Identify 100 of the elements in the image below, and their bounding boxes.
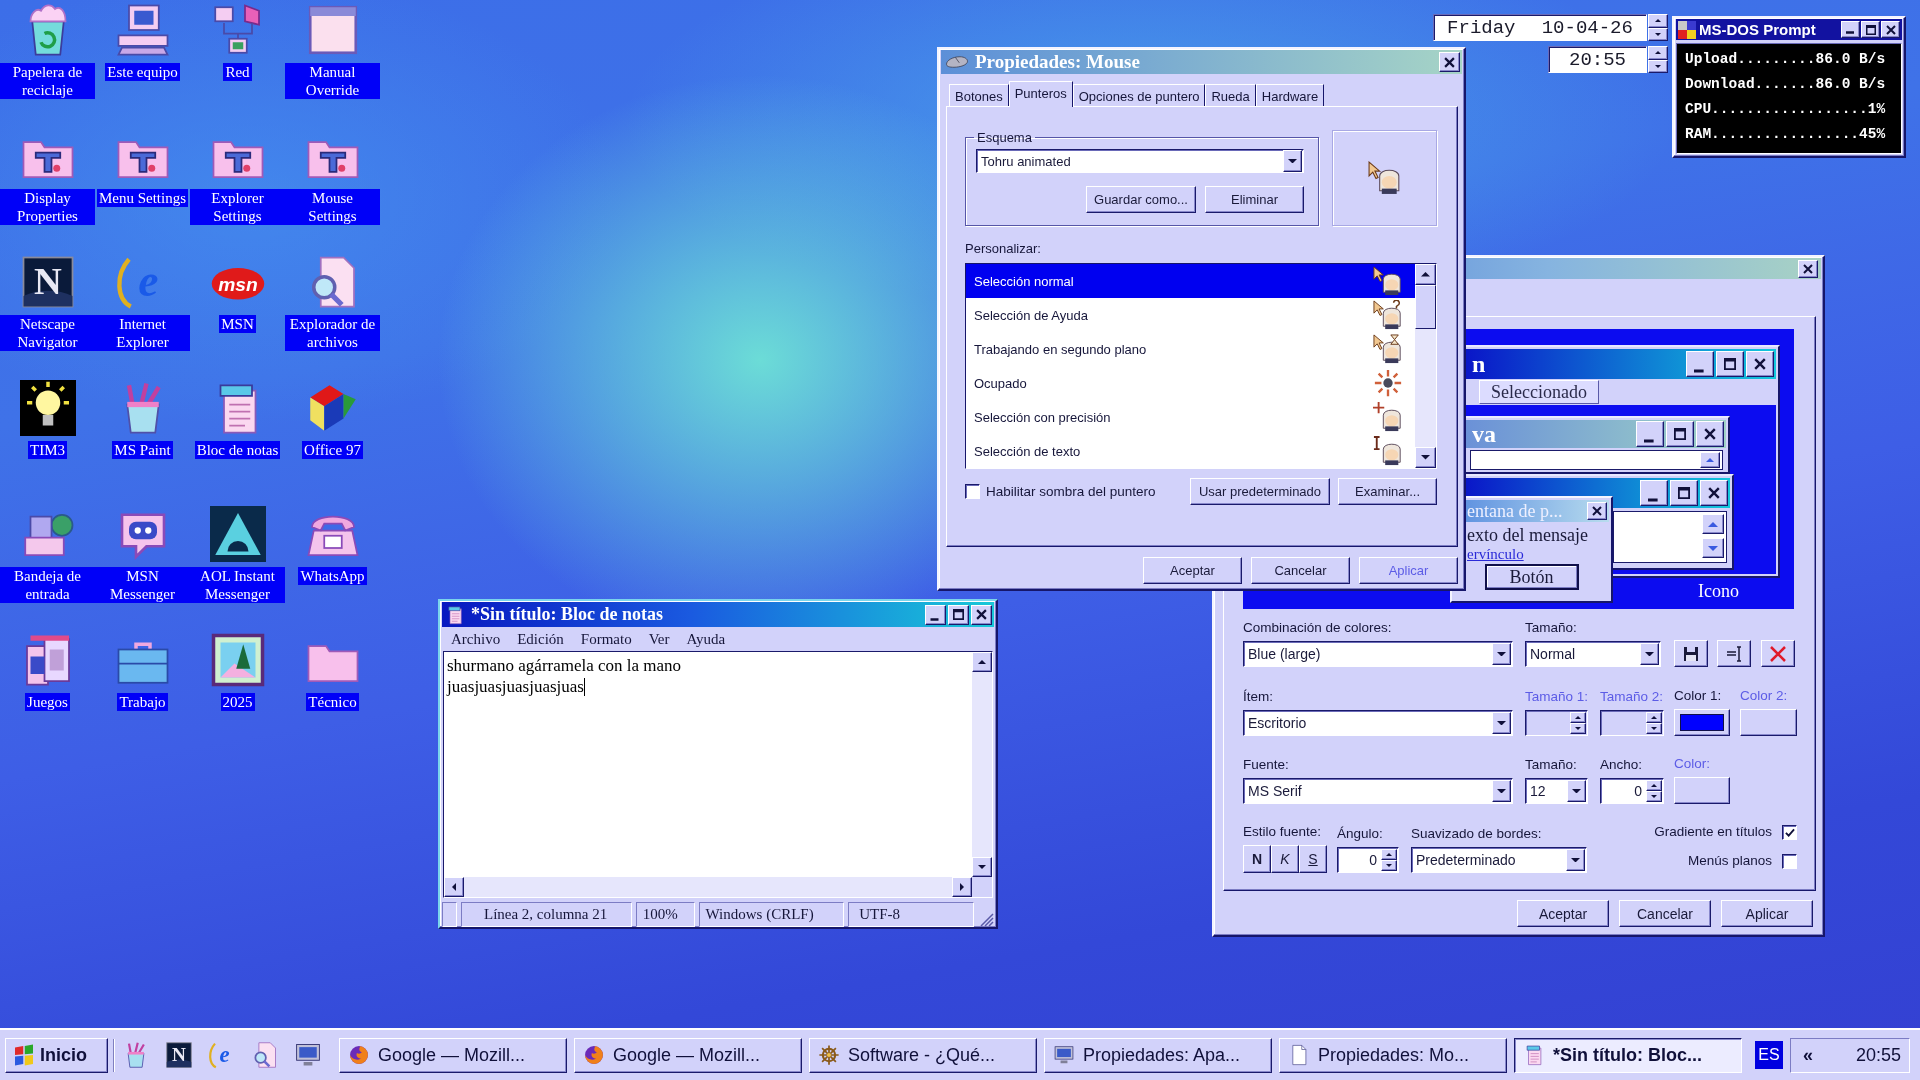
minimize-button[interactable] xyxy=(1686,351,1714,377)
icon-label[interactable]: Manual Override xyxy=(285,63,380,99)
spin-down-button[interactable] xyxy=(1646,791,1662,802)
icon-label[interactable]: AOL Instant Messenger xyxy=(190,567,285,603)
icon-label[interactable]: Este equipo xyxy=(105,63,180,81)
list-item[interactable]: Selección de texto xyxy=(966,434,1415,468)
close-button[interactable] xyxy=(1587,502,1607,520)
language-indicator[interactable]: ES xyxy=(1755,1041,1783,1069)
checkbox-label[interactable]: Menús planos xyxy=(1687,853,1772,869)
tab[interactable]: Hardware xyxy=(1255,84,1325,106)
icon-label[interactable]: TIM3 xyxy=(28,441,67,459)
spin-down-button[interactable] xyxy=(1646,723,1662,734)
close-button[interactable] xyxy=(1798,259,1818,278)
italic-button[interactable]: K xyxy=(1271,845,1299,873)
horizontal-scrollbar[interactable] xyxy=(444,877,972,897)
icon-label[interactable]: WhatsApp xyxy=(298,567,367,585)
close-button[interactable] xyxy=(1700,480,1728,506)
close-button[interactable] xyxy=(1746,351,1774,377)
checkbox[interactable] xyxy=(1782,824,1797,840)
color-button[interactable] xyxy=(1674,777,1730,804)
icon-label[interactable]: Office 97 xyxy=(302,441,363,459)
icon-label[interactable]: Mouse Settings xyxy=(285,189,380,225)
scroll-down-button[interactable] xyxy=(1415,447,1436,468)
clock[interactable]: 20:55 xyxy=(1855,1044,1901,1066)
light-bulb-icon[interactable] xyxy=(19,380,76,436)
maximize-button[interactable] xyxy=(948,604,969,625)
browse-button[interactable]: Examinar... xyxy=(1338,478,1437,505)
tab[interactable]: Opciones de puntero xyxy=(1072,84,1206,106)
menu-item[interactable]: Formato xyxy=(580,629,632,649)
icon-label[interactable]: MSN Messenger xyxy=(95,567,190,603)
n-logo-icon[interactable]: N xyxy=(165,1041,193,1069)
text-field[interactable] xyxy=(1470,450,1723,470)
scheme-dropdown[interactable]: Tohru animated xyxy=(976,149,1304,173)
maximize-button[interactable] xyxy=(1666,421,1694,447)
dropdown-button[interactable] xyxy=(1492,643,1511,665)
minimize-button[interactable] xyxy=(1636,421,1664,447)
taskbar-button[interactable]: Propiedades: Mo... xyxy=(1279,1037,1507,1073)
width-spinner[interactable]: 0 xyxy=(1600,778,1664,804)
menu-item[interactable]: Ver xyxy=(648,629,670,649)
delete-button[interactable] xyxy=(1761,640,1795,667)
checkbox[interactable] xyxy=(965,484,980,499)
delete-button[interactable]: Eliminar xyxy=(1205,186,1304,213)
list-item[interactable]: Selección normal xyxy=(966,264,1415,298)
dropdown-button[interactable] xyxy=(1492,712,1511,734)
list-item[interactable]: Selección con precisión xyxy=(966,400,1415,434)
taskbar-button[interactable]: *Sin título: Bloc... xyxy=(1514,1037,1742,1073)
taskbar-button[interactable]: Propiedades: Apa... xyxy=(1044,1037,1272,1073)
save-as-button[interactable]: Guardar como... xyxy=(1086,186,1196,213)
icon-label[interactable]: Bandeja de entrada xyxy=(0,567,95,603)
spin-down-button[interactable] xyxy=(1381,860,1397,871)
scroll-down-button[interactable] xyxy=(972,857,992,877)
minimize-button[interactable] xyxy=(1640,480,1668,506)
menu-item[interactable]: Seleccionado xyxy=(1479,380,1599,404)
dropdown-button[interactable] xyxy=(1283,150,1302,172)
smoothing-dropdown[interactable]: Predeterminado xyxy=(1411,847,1587,873)
dropdown-button[interactable] xyxy=(1567,780,1586,802)
checkbox-label[interactable]: Habilitar sombra del puntero xyxy=(986,483,1156,500)
font-dropdown[interactable]: MS Serif xyxy=(1243,778,1513,804)
scroll-down-button[interactable] xyxy=(1702,538,1724,558)
scroll-up-button[interactable] xyxy=(972,652,992,672)
spin-up-button[interactable] xyxy=(1648,14,1668,28)
spin-up-button[interactable] xyxy=(1646,780,1662,791)
item-dropdown[interactable]: Escritorio xyxy=(1243,710,1513,736)
accept-button[interactable]: Aceptar xyxy=(1143,557,1242,584)
icon-label[interactable]: Internet Explorer xyxy=(95,315,190,351)
start-button[interactable]: Inicio xyxy=(5,1037,108,1073)
icon-label[interactable]: Técnico xyxy=(306,693,359,711)
checkbox[interactable] xyxy=(1782,853,1797,869)
dropdown-button[interactable] xyxy=(1566,849,1585,871)
icon-label[interactable]: Menu Settings xyxy=(96,189,189,207)
icon-label[interactable]: Explorer Settings xyxy=(190,189,285,225)
list-item[interactable]: Selección de Ayuda xyxy=(966,298,1415,332)
tab[interactable]: Rueda xyxy=(1205,84,1256,106)
minimize-button[interactable] xyxy=(925,604,946,625)
underline-button[interactable]: S xyxy=(1299,845,1327,873)
icon-label[interactable]: Bloc de notas xyxy=(194,441,281,459)
icon-label[interactable]: MSN xyxy=(219,315,256,333)
checkbox-label[interactable]: Gradiente en títulos xyxy=(1654,824,1772,840)
list-item[interactable]: Trabajando en segundo plano xyxy=(966,332,1415,366)
text-field[interactable] xyxy=(1613,511,1727,563)
vertical-scrollbar[interactable] xyxy=(1415,264,1436,468)
tray-expand-button[interactable]: « xyxy=(1803,1044,1813,1066)
framed-picture-icon[interactable] xyxy=(209,632,266,688)
cancel-button[interactable]: Cancelar xyxy=(1251,557,1350,584)
dropdown-button[interactable] xyxy=(1640,643,1659,665)
maximize-button[interactable] xyxy=(1670,480,1698,506)
tab[interactable]: Punteros xyxy=(1008,81,1073,107)
text-area[interactable]: shurmano agárramela con la mano juasjuasjuasjuasjuas xyxy=(444,652,972,877)
size-dropdown[interactable]: Normal xyxy=(1525,641,1661,667)
scroll-up-button[interactable] xyxy=(1702,514,1724,534)
maximize-button[interactable] xyxy=(1716,351,1744,377)
scroll-right-button[interactable] xyxy=(952,877,972,897)
icon-label[interactable]: Red xyxy=(223,63,252,81)
taskbar-button[interactable]: Google — Mozill... xyxy=(574,1037,802,1073)
link[interactable]: ervínculo xyxy=(1467,546,1524,562)
icon-label[interactable]: 2025 xyxy=(220,693,255,711)
color-scheme-dropdown[interactable]: Blue (large) xyxy=(1243,641,1513,667)
spin-down-button[interactable] xyxy=(1570,723,1586,734)
close-button[interactable] xyxy=(971,604,992,625)
angle-spinner[interactable]: 0 xyxy=(1337,847,1399,873)
